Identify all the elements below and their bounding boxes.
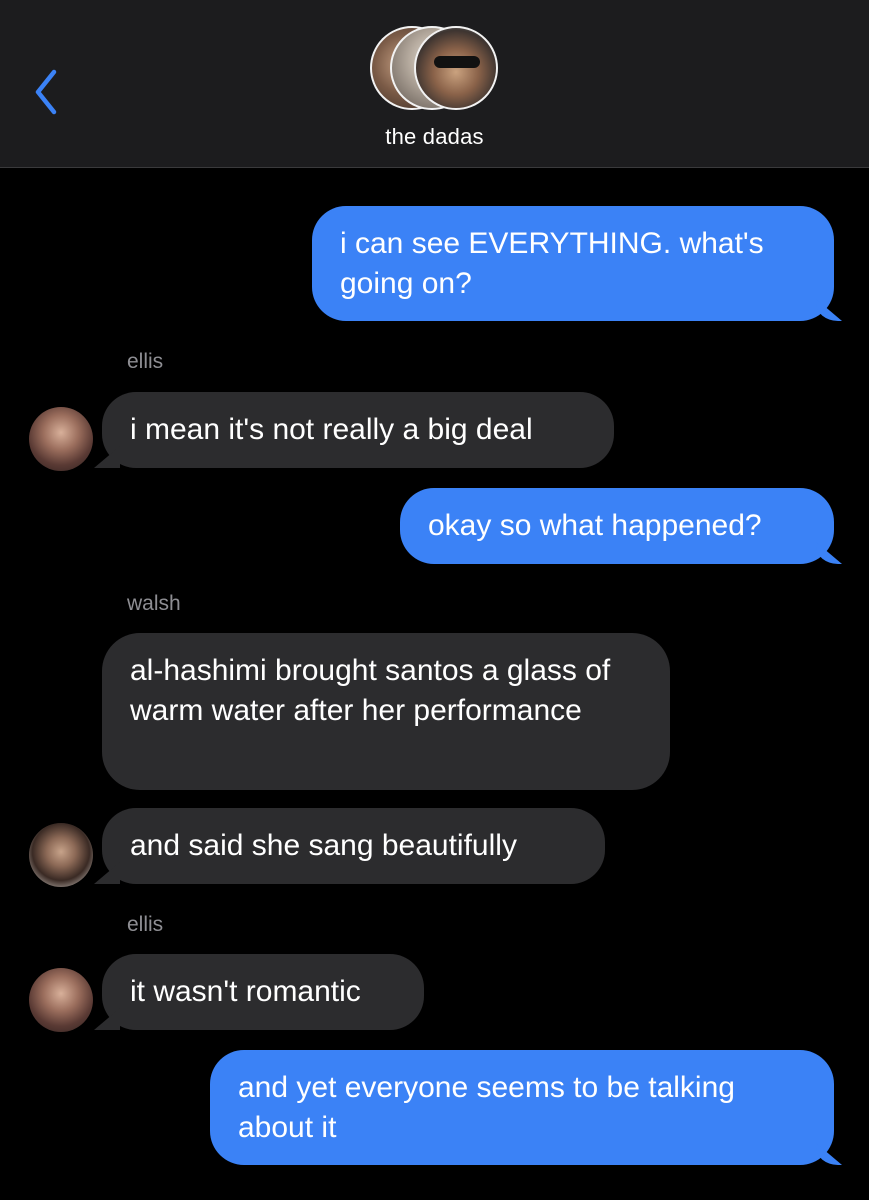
group-avatar[interactable] (370, 26, 502, 114)
message-text: i can see EVERYTHING. what's going on? (340, 227, 764, 300)
message-bubble-received[interactable]: and said she sang beautifully (102, 808, 605, 884)
message-bubble-sent[interactable]: i can see EVERYTHING. what's going on? (312, 206, 834, 321)
conversation-title[interactable]: the dadas (0, 124, 869, 150)
message-bubble-received[interactable]: al-hashimi brought santos a glass of war… (102, 633, 670, 790)
conversation-header: the dadas (0, 0, 869, 168)
message-text: it wasn't romantic (130, 975, 361, 1008)
message-bubble-received[interactable]: it wasn't romantic (102, 954, 424, 1030)
message-text: and yet everyone seems to be talking abo… (238, 1071, 735, 1144)
sunglasses-detail (434, 56, 480, 68)
sender-name: ellis (127, 350, 164, 373)
sender-name: walsh (127, 592, 181, 615)
sender-name: ellis (127, 913, 164, 936)
avatar[interactable] (29, 407, 93, 471)
message-text: al-hashimi brought santos a glass of war… (130, 654, 611, 727)
group-member-avatar (414, 26, 498, 110)
chevron-left-icon (35, 69, 57, 115)
message-bubble-sent[interactable]: okay so what happened? (400, 488, 834, 564)
message-text: okay so what happened? (428, 509, 762, 542)
back-button[interactable] (24, 60, 84, 130)
message-bubble-sent[interactable]: and yet everyone seems to be talking abo… (210, 1050, 834, 1165)
message-bubble-received[interactable]: i mean it's not really a big deal (102, 392, 614, 468)
message-text: i mean it's not really a big deal (130, 413, 533, 446)
message-text: and said she sang beautifully (130, 829, 517, 862)
avatar[interactable] (29, 968, 93, 1032)
messages-screen: the dadas i can see EVERYTHING. what's g… (0, 0, 869, 1200)
avatar[interactable] (29, 823, 93, 887)
